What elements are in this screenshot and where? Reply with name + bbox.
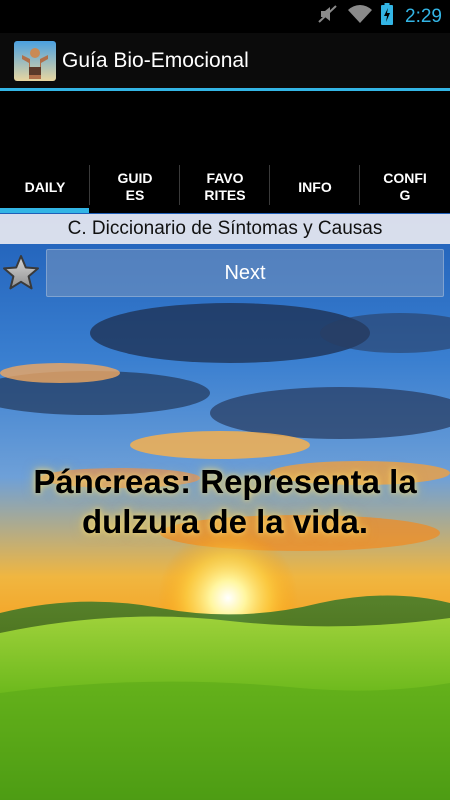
star-icon — [2, 255, 40, 296]
tab-label: GUIDES — [117, 170, 153, 203]
next-button[interactable]: Next — [46, 249, 444, 297]
tab-label: DAILY — [24, 178, 66, 195]
status-time: 2:29 — [405, 5, 442, 27]
tab-favorites[interactable]: FAVORITES — [180, 161, 270, 213]
daily-quote: Páncreas: Representa la dulzura de la vi… — [33, 463, 417, 540]
app-screen: 2:29 Guía Bio-Emocional DAILY GUIDES FAV… — [0, 0, 450, 800]
mute-icon — [317, 4, 339, 29]
app-logo[interactable] — [14, 41, 56, 81]
app-title: Guía Bio-Emocional — [62, 49, 249, 72]
tab-label: CONFIG — [383, 170, 427, 203]
category-title: C. Diccionario de Síntomas y Causas — [0, 214, 450, 244]
tab-label: FAVORITES — [204, 170, 246, 203]
tab-config[interactable]: CONFIG — [360, 161, 450, 213]
tab-info[interactable]: INFO — [270, 161, 360, 213]
action-bar: Guía Bio-Emocional — [0, 33, 450, 90]
wifi-icon — [347, 4, 373, 29]
tab-label: INFO — [298, 178, 332, 195]
tab-guides[interactable]: GUIDES — [90, 161, 180, 213]
tab-bar: DAILY GUIDES FAVORITES INFO CONFIG — [0, 161, 450, 213]
tab-daily[interactable]: DAILY — [0, 161, 90, 213]
status-bar: 2:29 — [0, 0, 450, 33]
header-spacer — [0, 91, 450, 161]
battery-charging-icon — [381, 3, 394, 30]
favorite-star-button[interactable] — [2, 254, 40, 292]
